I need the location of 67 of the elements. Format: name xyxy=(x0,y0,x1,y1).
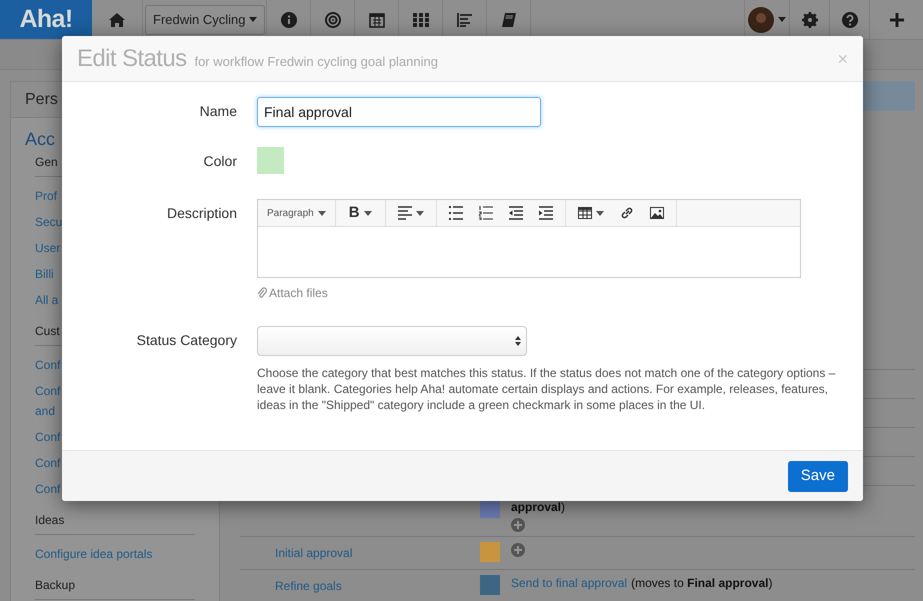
product-dropdown[interactable]: Fredwin Cycling xyxy=(145,4,266,34)
bars-icon xyxy=(456,12,472,26)
sidebar-link[interactable]: Conf xyxy=(35,476,60,502)
sidebar-link[interactable]: Conf xyxy=(35,450,60,476)
status-link[interactable]: Refine goals xyxy=(275,579,342,593)
logo[interactable]: Aha! xyxy=(0,0,92,39)
bullet-list-icon xyxy=(448,206,463,220)
close-button[interactable]: × xyxy=(837,50,848,68)
plus-icon xyxy=(890,12,904,26)
section-heading: Gen xyxy=(35,154,58,171)
select-arrows-icon xyxy=(515,336,521,346)
sidebar-link[interactable]: Conf xyxy=(35,424,60,450)
bold-button[interactable]: B xyxy=(340,202,380,224)
transition-link[interactable]: Send to final approval xyxy=(511,574,628,592)
dialog-subtitle: for workflow Fredwin cycling goal planning xyxy=(194,52,438,71)
status-link[interactable]: Initial approval xyxy=(275,546,352,560)
add-icon[interactable] xyxy=(511,543,525,557)
sidebar-link[interactable]: Conf xyxy=(35,352,60,378)
info-icon xyxy=(280,12,296,28)
grid-icon xyxy=(412,12,428,26)
name-field[interactable]: Final approval xyxy=(257,97,541,127)
section-title: Acc xyxy=(24,128,56,151)
field-label: Status Category xyxy=(136,331,237,350)
sidebar-link[interactable]: Conf and xyxy=(35,378,60,424)
rich-text-editor[interactable]: Paragraph B xyxy=(257,199,801,278)
avatar-icon xyxy=(748,6,774,32)
transition-text: approval) xyxy=(511,499,566,516)
help-icon xyxy=(842,12,858,28)
caret-icon xyxy=(778,17,786,22)
sidebar-link[interactable]: User xyxy=(35,235,60,261)
section-heading: Backup xyxy=(35,577,76,594)
section-heading: Cust xyxy=(35,323,60,340)
indent-icon xyxy=(538,206,553,220)
color-swatch[interactable] xyxy=(257,147,284,174)
align-icon xyxy=(398,206,412,220)
caret-icon xyxy=(318,210,326,216)
outdent-icon xyxy=(508,206,523,220)
table-header xyxy=(862,81,915,111)
save-button[interactable]: Save xyxy=(788,460,848,492)
paragraph-dropdown[interactable]: Paragraph xyxy=(263,202,330,224)
sidebar-link[interactable]: All a xyxy=(35,287,58,313)
home-icon xyxy=(109,12,125,26)
add-icon[interactable] xyxy=(511,518,525,532)
section-heading: Ideas xyxy=(35,512,64,529)
sidebar-link[interactable]: Configure idea portals xyxy=(35,541,152,567)
transition-text: (moves to Final approval) xyxy=(631,575,772,592)
table-icon xyxy=(578,206,592,220)
paperclip-icon xyxy=(257,287,267,299)
image-icon xyxy=(650,206,664,220)
calendar-icon xyxy=(368,12,384,28)
caret-icon xyxy=(596,210,604,216)
sidebar-link[interactable]: Billi xyxy=(35,261,54,287)
field-label: Description xyxy=(166,204,237,223)
caret-icon xyxy=(416,210,424,216)
book-icon xyxy=(500,12,516,28)
field-label: Color xyxy=(202,152,237,171)
sidebar-link[interactable]: Prof xyxy=(35,183,58,209)
help-text: Choose the category that best matches this status. If the status does not match one of the category options – leave it blank. Categories help Aha! automate certain displays and actions. For example, releases, features, ideas in the "Shipped" category include a green checkmark in some places in the UI. xyxy=(257,365,836,413)
link-icon xyxy=(620,206,634,220)
target-icon xyxy=(324,12,340,28)
numbered-list-icon xyxy=(478,206,493,220)
sidebar-link[interactable]: Secu xyxy=(35,209,62,235)
settings-icon xyxy=(802,12,818,28)
caret-icon xyxy=(364,210,372,216)
dialog-title: Edit Status xyxy=(77,44,186,74)
attach-files-link[interactable]: Attach files xyxy=(257,284,328,302)
caret-icon xyxy=(249,17,258,22)
